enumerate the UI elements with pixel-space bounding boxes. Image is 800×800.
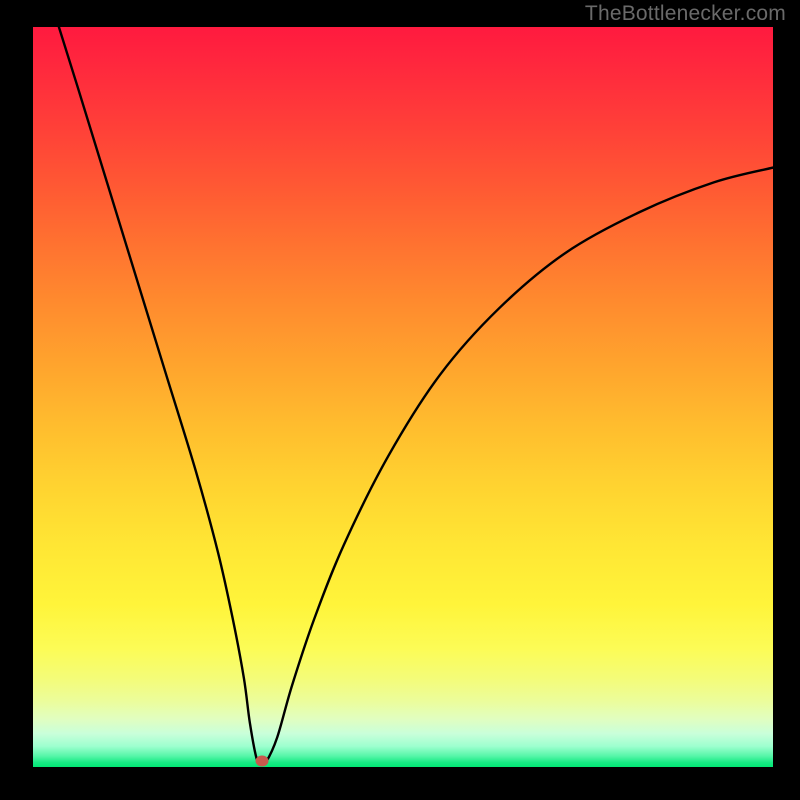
- watermark-text: TheBottlenecker.com: [585, 2, 786, 26]
- plot-area: [33, 27, 773, 767]
- chart-frame: TheBottlenecker.com: [0, 0, 800, 800]
- optimal-point-marker: [256, 756, 269, 767]
- bottleneck-curve: [33, 27, 773, 767]
